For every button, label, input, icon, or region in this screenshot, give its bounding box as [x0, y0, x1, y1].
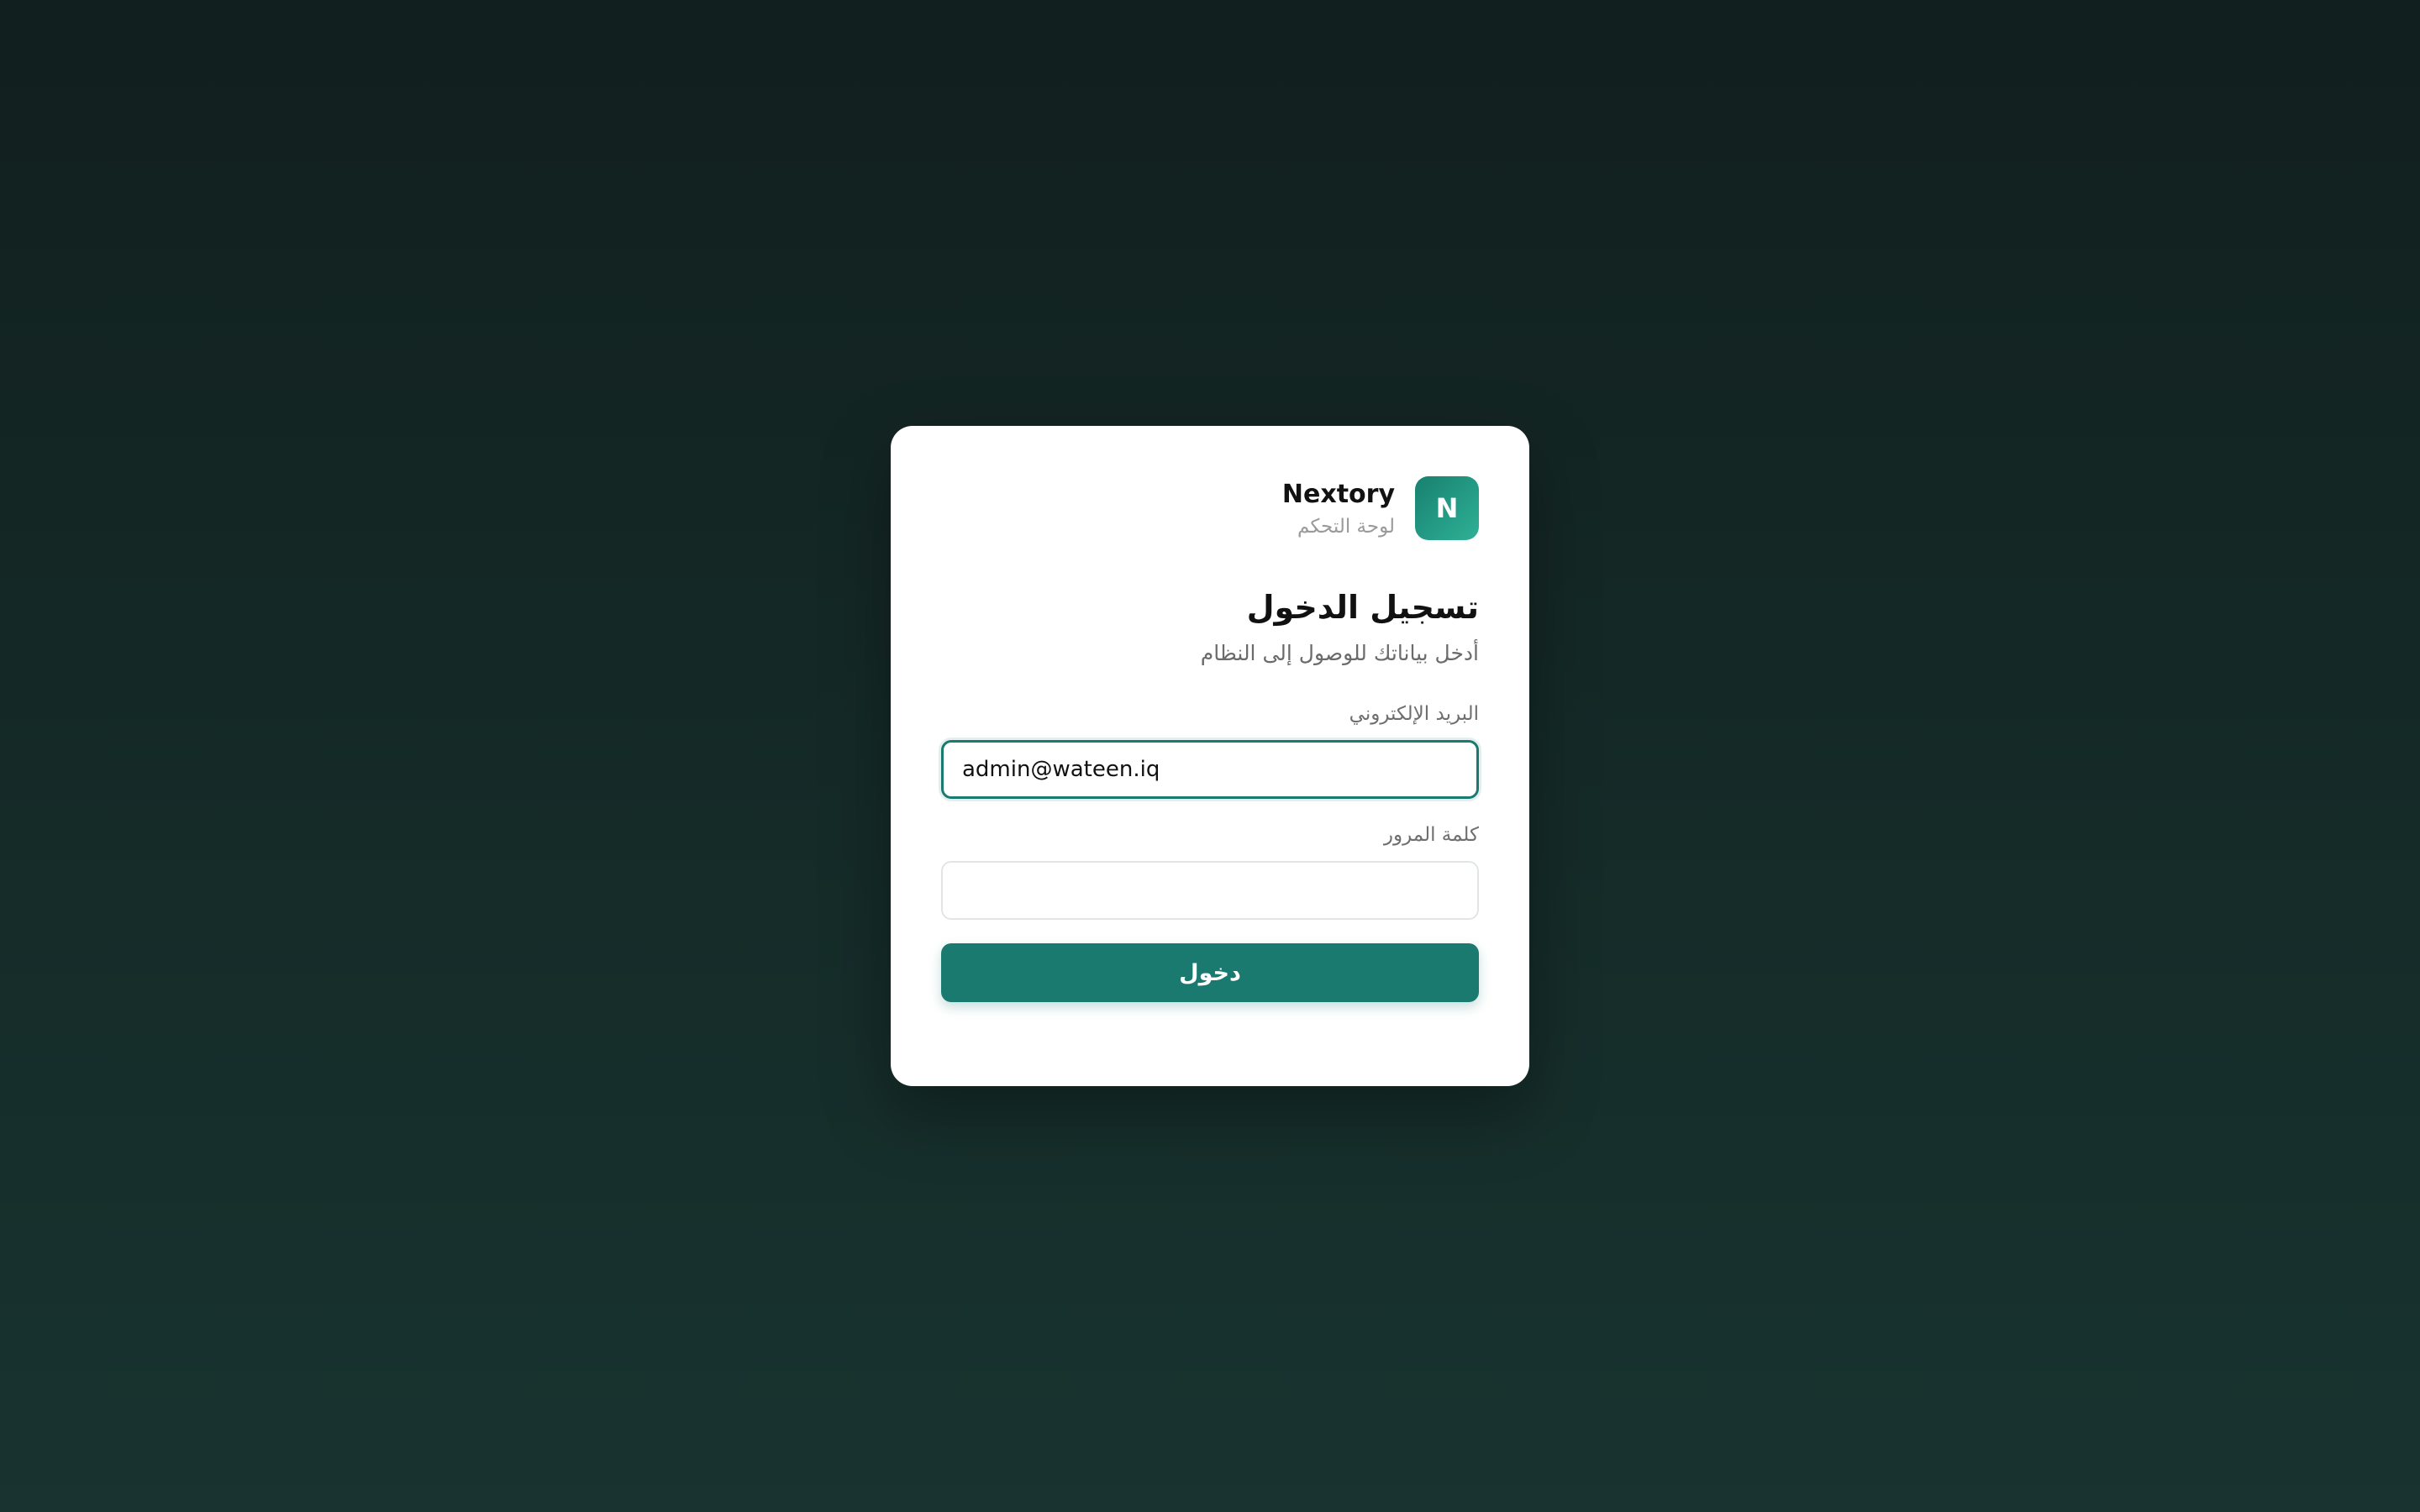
login-card: N Nextory لوحة التحكم تسجيل الدخول أدخل … [891, 426, 1529, 1086]
brand-text: Nextory لوحة التحكم [1282, 480, 1395, 538]
brand-subtitle: لوحة التحكم [1297, 515, 1395, 538]
brand-name: Nextory [1281, 479, 1395, 509]
login-button[interactable]: دخول [941, 943, 1479, 1002]
password-field[interactable] [941, 861, 1479, 920]
password-label: كلمة المرور [1383, 824, 1479, 846]
page-title: تسجيل الدخول [1246, 589, 1479, 626]
brand-header: N Nextory لوحة التحكم [941, 476, 1479, 540]
logo-icon: N [1415, 476, 1479, 540]
email-field[interactable] [941, 740, 1479, 799]
page-subtitle: أدخل بياناتك للوصول إلى النظام [1200, 641, 1479, 665]
email-label: البريد الإلكتروني [1349, 703, 1479, 725]
